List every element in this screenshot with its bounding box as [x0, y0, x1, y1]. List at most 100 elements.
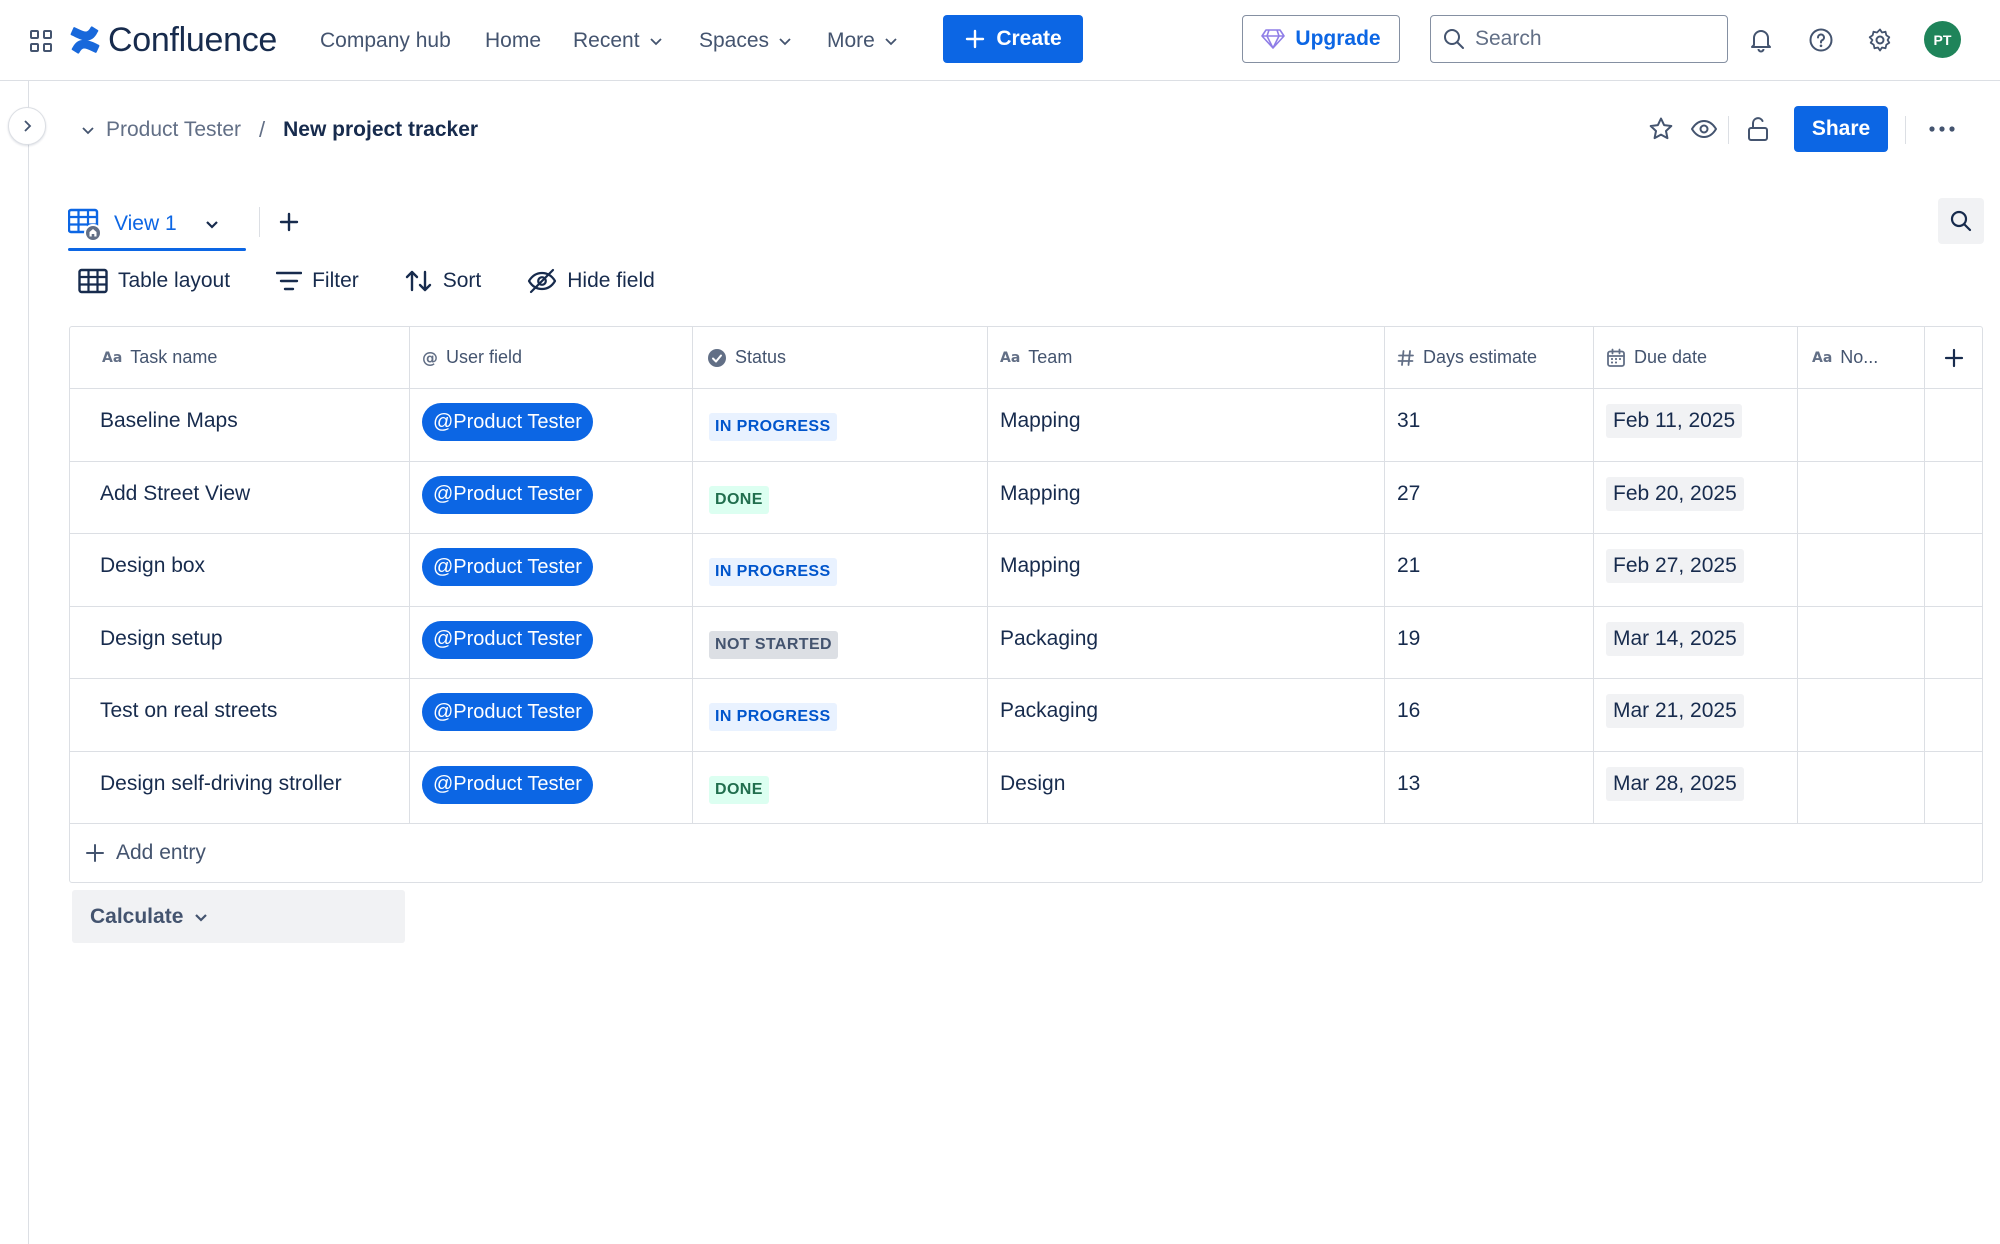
share-button[interactable]: Share: [1794, 106, 1888, 152]
cell-notes[interactable]: [1798, 461, 1925, 533]
user-mention[interactable]: @Product Tester: [422, 475, 593, 514]
column-header-notes[interactable]: Aa No...: [1798, 327, 1925, 388]
column-header-task-name[interactable]: Aa Task name: [70, 327, 410, 388]
unlock-icon[interactable]: [1739, 110, 1777, 148]
cell-due-date[interactable]: Mar 21, 2025: [1594, 679, 1798, 751]
cell-status[interactable]: DONE: [693, 461, 988, 533]
cell-due-date[interactable]: Mar 28, 2025: [1594, 751, 1798, 823]
nav-company-hub[interactable]: Company hub: [318, 22, 453, 60]
cell-days-estimate[interactable]: 21: [1385, 534, 1594, 606]
cell-notes[interactable]: [1798, 534, 1925, 606]
cell-status[interactable]: NOT STARTED: [693, 606, 988, 678]
cell-status[interactable]: IN PROGRESS: [693, 534, 988, 606]
search-input[interactable]: Search: [1430, 15, 1728, 63]
app-switcher-icon[interactable]: [24, 24, 58, 58]
cell-task-name[interactable]: Design self-driving stroller: [70, 751, 410, 823]
user-mention[interactable]: @Product Tester: [422, 765, 593, 804]
cell-due-date[interactable]: Feb 11, 2025: [1594, 389, 1798, 461]
cell-days-estimate[interactable]: 13: [1385, 751, 1594, 823]
user-mention[interactable]: @Product Tester: [422, 548, 593, 586]
cell-user[interactable]: @Product Tester: [410, 389, 693, 461]
status-lozenge: IN PROGRESS: [709, 413, 837, 441]
user-mention[interactable]: @Product Tester: [422, 620, 593, 659]
table-row[interactable]: Design box @Product Tester IN PROGRESS Mapp…: [70, 534, 1982, 607]
bell-icon[interactable]: [1741, 20, 1781, 60]
column-header-team[interactable]: Aa Team: [988, 327, 1385, 388]
user-mention[interactable]: @Product Tester: [422, 403, 593, 441]
table-row[interactable]: Design setup @Product Tester NOT STARTED Pa…: [70, 606, 1982, 679]
cell-due-date[interactable]: Feb 27, 2025: [1594, 534, 1798, 606]
settings-icon[interactable]: [1860, 20, 1900, 60]
table-row[interactable]: Add Street View @Product Tester DONE Mappin…: [70, 461, 1982, 534]
user-mention[interactable]: @Product Tester: [422, 693, 593, 731]
cell-task-name[interactable]: Design setup: [70, 606, 410, 678]
divider: [259, 207, 260, 237]
avatar[interactable]: PT: [1924, 21, 1961, 58]
column-header-days-estimate[interactable]: Days estimate: [1385, 327, 1594, 388]
nav-spaces[interactable]: Spaces: [697, 22, 795, 60]
add-view-button[interactable]: [272, 205, 306, 239]
cell-task-name[interactable]: Design box: [70, 534, 410, 606]
table-row[interactable]: Design self-driving stroller @Product Tes…: [70, 751, 1982, 824]
cell-notes[interactable]: [1798, 389, 1925, 461]
cell-task-name[interactable]: Add Street View: [70, 461, 410, 533]
database-table: Aa Task name @ User field Status Aa Team…: [69, 326, 1983, 883]
cell-user[interactable]: @Product Tester: [410, 461, 693, 533]
cell-user[interactable]: @Product Tester: [410, 534, 693, 606]
confluence-logo[interactable]: Confluence: [70, 18, 277, 62]
create-button[interactable]: Create: [943, 15, 1083, 63]
cell-days-estimate[interactable]: 19: [1385, 606, 1594, 678]
table-layout-button[interactable]: Table layout: [78, 263, 230, 299]
cell-task-name[interactable]: Baseline Maps: [70, 389, 410, 461]
cell-team[interactable]: Design: [988, 751, 1385, 823]
tab-view-1[interactable]: View 1: [68, 200, 221, 248]
days-value: 13: [1397, 771, 1421, 795]
filter-button[interactable]: Filter: [276, 263, 359, 299]
help-icon[interactable]: [1801, 20, 1841, 60]
add-field-button[interactable]: [1925, 327, 1982, 388]
cell-team[interactable]: Packaging: [988, 679, 1385, 751]
cell-user[interactable]: @Product Tester: [410, 751, 693, 823]
expand-sidebar-button[interactable]: [8, 107, 46, 145]
sort-button[interactable]: Sort: [405, 263, 481, 299]
app-name: Confluence: [108, 20, 278, 59]
cell-notes[interactable]: [1798, 606, 1925, 678]
chevron-down-icon[interactable]: [203, 215, 221, 233]
cell-days-estimate[interactable]: 27: [1385, 461, 1594, 533]
cell-status[interactable]: DONE: [693, 751, 988, 823]
cell-due-date[interactable]: Mar 14, 2025: [1594, 606, 1798, 678]
cell-team[interactable]: Packaging: [988, 606, 1385, 678]
cell-status[interactable]: IN PROGRESS: [693, 679, 988, 751]
cell-notes[interactable]: [1798, 679, 1925, 751]
cell-team[interactable]: Mapping: [988, 461, 1385, 533]
watch-icon[interactable]: [1685, 110, 1723, 148]
tab-label: View 1: [114, 212, 177, 235]
star-icon[interactable]: [1642, 110, 1680, 148]
calculate-button[interactable]: Calculate: [72, 890, 405, 943]
more-icon[interactable]: [1923, 110, 1961, 148]
search-entries-button[interactable]: [1938, 198, 1984, 244]
cell-due-date[interactable]: Feb 20, 2025: [1594, 461, 1798, 533]
nav-recent[interactable]: Recent: [571, 22, 666, 60]
table-row[interactable]: Baseline Maps @Product Tester IN PROGRESS M…: [70, 389, 1982, 462]
column-header-due-date[interactable]: Due date: [1594, 327, 1798, 388]
nav-more[interactable]: More: [825, 22, 901, 60]
cell-status[interactable]: IN PROGRESS: [693, 389, 988, 461]
cell-days-estimate[interactable]: 16: [1385, 679, 1594, 751]
cell-team[interactable]: Mapping: [988, 389, 1385, 461]
table-row[interactable]: Test on real streets @Product Tester IN PR…: [70, 679, 1982, 752]
nav-home[interactable]: Home: [483, 22, 543, 60]
hide-field-button[interactable]: Hide field: [527, 263, 655, 299]
add-entry-button[interactable]: Add entry: [70, 824, 1982, 882]
cell-task-name[interactable]: Test on real streets: [70, 679, 410, 751]
cell-days-estimate[interactable]: 31: [1385, 389, 1594, 461]
upgrade-button[interactable]: Upgrade: [1242, 15, 1400, 63]
cell-user[interactable]: @Product Tester: [410, 606, 693, 678]
cell-notes[interactable]: [1798, 751, 1925, 823]
cell-team[interactable]: Mapping: [988, 534, 1385, 606]
breadcrumb-space[interactable]: Product Tester: [80, 118, 241, 142]
column-header-user-field[interactable]: @ User field: [410, 327, 693, 388]
number-icon: [1397, 349, 1414, 366]
cell-user[interactable]: @Product Tester: [410, 679, 693, 751]
column-header-status[interactable]: Status: [693, 327, 988, 388]
